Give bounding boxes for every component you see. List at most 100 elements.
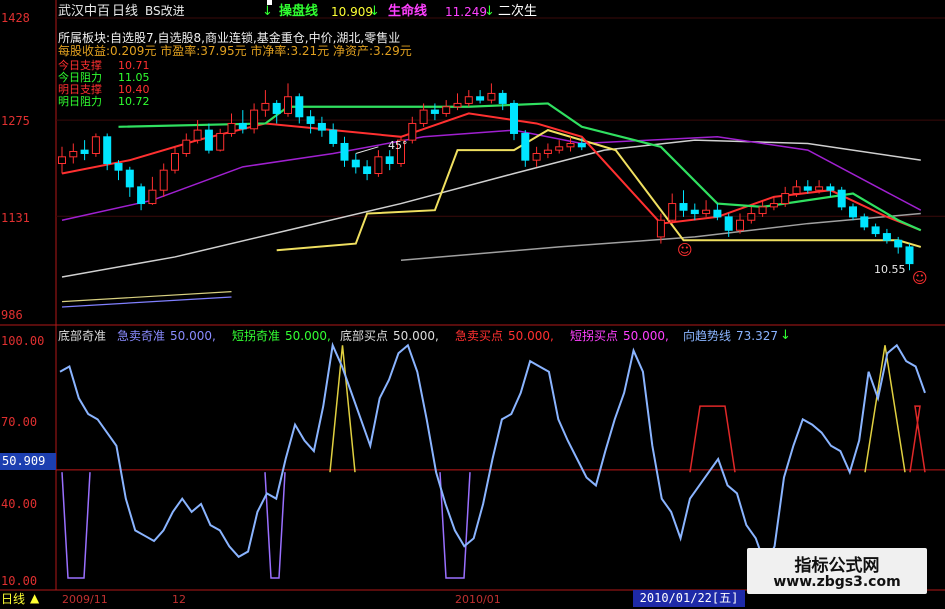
buy-signal-icon: ☺ [677,241,693,259]
candle-body [171,152,179,171]
lower-legend-trend-label: 向趋势线 [683,329,732,343]
sell-signal-bar [439,472,471,579]
candle-body [419,109,428,124]
sell-signal-bar [61,472,91,579]
down-arrow-icon: ↓ [262,4,273,19]
support-line [61,291,232,303]
candle-body [159,169,168,191]
candle-body [803,186,812,191]
candle-body [668,203,677,221]
price-label: 10.55 [874,263,906,276]
indicator-name[interactable]: BS改进 [145,5,185,17]
candle-body [351,159,360,168]
legend-life-arrow: ↓ [484,4,495,19]
trend-line [59,341,926,568]
lower-legend-name: 底部奇准 [58,329,107,343]
candle-body [69,150,78,158]
current-value-badge: 50.909 [0,453,56,470]
candle-body [577,142,586,148]
candle-body [724,216,733,231]
candle-body [860,216,869,228]
watermark-title: 指标公式网 [794,556,880,576]
candle-body [317,122,326,131]
lower-legend-turn-buy-label: 短拐买点 [570,329,619,343]
legend-operate-arrow: ↓ [369,4,380,19]
candle-body [216,132,225,151]
candle-body [905,246,914,265]
candle-body [792,186,801,195]
candle-body [250,109,259,130]
lower-axis-label: 10.00 [1,574,38,588]
candle-body [498,92,507,104]
candle-body [555,146,564,151]
finance-stats: 每股收益:0.209元 市盈率:37.95元 市净率:3.21元 净资产:3.2… [58,44,412,58]
candle-body [363,166,372,175]
candle-body [510,102,518,134]
candle-body [543,149,552,154]
candle-body [261,102,270,111]
candle-body [91,136,100,154]
candle-body [442,106,451,114]
legend-operate-label: 操盘线 [279,4,319,19]
angle-label: 45° [388,139,408,152]
lower-legend-sell-buy-label: 急卖买点 [455,329,504,343]
candle-body [532,152,541,161]
candle-body [453,102,462,108]
level-tomorrow-resist-value: 10.72 [118,95,150,108]
candle-body [125,169,134,188]
operate-line [61,112,922,232]
candle-body [430,109,439,114]
turn-signal-bar [689,405,736,473]
level-tomorrow-support-value: 10.40 [118,83,150,96]
candle-body [204,129,213,151]
buy-signal-icon: ☺ [912,269,928,287]
level-today-resist-label: 今日阻力 [58,71,102,84]
bottom-period-label[interactable]: 日线 [1,593,25,605]
candle-body [374,156,383,175]
lower-legend-sell-label: 急卖奇准 [117,329,166,343]
support-line-2 [61,296,232,308]
candle-body [882,233,891,241]
candle-body [679,203,688,211]
candle-body [758,206,767,215]
candle-body [747,213,756,221]
candle-body [182,139,191,154]
date-tick: 12 [172,593,186,606]
watermark-logo: 指标公式网 www.zbgs3.com [747,548,927,594]
candle-body [329,129,338,144]
candle-body [713,209,722,218]
candle-body [464,96,473,104]
level-today-support-label: 今日支撑 [58,59,102,72]
lower-axis-label: 40.00 [1,497,38,511]
sector-info: 所属板块:自选股7,自选股8,商业连锁,基金重仓,中价,湖北,零售业 [58,31,401,45]
candle-body [58,156,66,164]
candle-body [295,96,304,118]
candle-body [871,226,880,235]
candle-body [769,203,778,208]
level-today-support-value: 10.71 [118,59,150,72]
candle-body [566,142,575,148]
candle-body [193,129,202,141]
period-label[interactable]: 日线 [112,5,138,18]
level-today-resist-value: 11.05 [118,71,150,84]
legend-second-label: 二次生 [498,4,538,19]
lower-legend-turn-label: 短拐奇准 [232,329,281,343]
candle-body [272,102,281,114]
candle-body [826,186,835,191]
main-axis-label: 1275 [1,114,30,128]
legend-life-label: 生命线 [388,4,428,19]
lower-legend-turn-buy-value: 50.000, [623,329,669,343]
period-toggle-icon[interactable]: ▲ [30,592,39,604]
candle-body [284,96,292,114]
candle-body [148,189,157,205]
main-axis-label: 1131 [1,211,30,225]
watermark-url: www.zbgs3.com [773,574,901,590]
candle-body [837,189,846,208]
legend-life-value: 11.249 [445,5,487,19]
candle-body [736,219,744,231]
turn-signal-bar [909,405,926,473]
candle-body [227,122,236,134]
candle-body [238,122,247,130]
candle-body [103,136,112,164]
candle-body [690,209,699,215]
